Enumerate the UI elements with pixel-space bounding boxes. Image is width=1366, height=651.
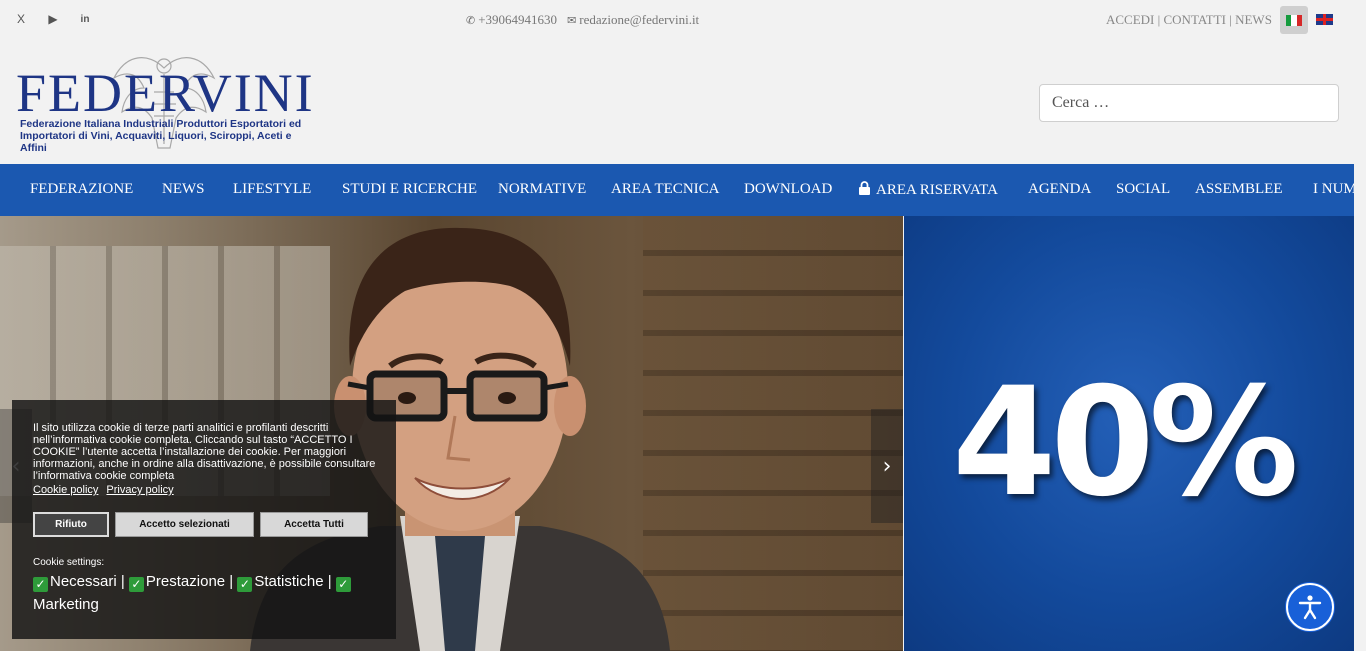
logo-subtitle-line-1: Federazione Italiana Industriali Produtt… (20, 118, 302, 130)
nav-item-agenda[interactable]: AGENDA (1028, 181, 1091, 198)
site-header: FEDERVINI Federazione Italiana Industria… (0, 40, 1354, 164)
social-links: X ▶ in (14, 12, 92, 26)
phone-link[interactable]: ✆ +39064941630 (466, 12, 557, 28)
nav-item-federazione[interactable]: FEDERAZIONE (30, 181, 133, 198)
accessibility-icon (1298, 595, 1322, 620)
youtube-icon[interactable]: ▶ (46, 12, 60, 26)
chevron-right-icon: › (882, 453, 892, 479)
checkbox-checked-icon: ✓ (33, 577, 48, 592)
cookie-accept-all-button[interactable]: Accetta Tutti (260, 512, 368, 537)
nav-item-download[interactable]: DOWNLOAD (744, 181, 832, 198)
phone-number: +39064941630 (478, 12, 558, 27)
logo-subtitle: Federazione Italiana Industriali Produtt… (20, 118, 310, 154)
banner-percentage: 40% (952, 356, 1299, 530)
nav-item-area-riservata-label: AREA RISERVATA (876, 182, 998, 198)
nav-item-normative[interactable]: NORMATIVE (498, 181, 586, 198)
nav-item-area-riservata[interactable]: AREA RISERVATA (858, 181, 998, 199)
nav-item-news[interactable]: NEWS (162, 181, 205, 198)
contact-info: ✆ +39064941630 ✉ redazione@federvini.it (466, 12, 699, 28)
cookie-option-prestazione[interactable]: ✓ Prestazione (128, 573, 226, 592)
top-bar: X ▶ in ✆ +39064941630 ✉ redazione@federvin… (0, 0, 1354, 40)
email-address: redazione@federvini.it (579, 12, 700, 27)
main-navigation: FEDERAZIONE NEWS LIFESTYLE STUDI E RICER… (0, 164, 1354, 216)
search-placeholder: Cerca … (1052, 94, 1110, 111)
logo-subtitle-line-2: Importatori di Vini, Acquaviti, Liquori,… (20, 130, 292, 154)
linkedin-icon[interactable]: in (78, 12, 92, 26)
privacy-policy-link[interactable]: Privacy policy (106, 484, 173, 496)
logo-wordmark: FEDERVINI (16, 63, 315, 123)
envelope-icon: ✉ (567, 14, 577, 27)
checkbox-checked-icon: ✓ (128, 577, 144, 592)
cookie-banner: Il sito utilizza cookie di terze parti a… (12, 400, 396, 639)
cookie-options: ✓ Necessari | ✓ Prestazione | ✓ Statistiche… (33, 570, 363, 616)
cookie-option-necessari[interactable]: ✓ Necessari (33, 573, 117, 592)
cookie-reject-button[interactable]: Rifiuto (33, 512, 109, 537)
nav-item-studi-e-ricerche[interactable]: STUDI E RICERCHE (342, 181, 477, 198)
accessibility-button[interactable] (1286, 583, 1334, 631)
cookie-option-label: Marketing (33, 596, 99, 613)
nav-item-lifestyle[interactable]: LIFESTYLE (233, 181, 311, 198)
cookie-option-label: Necessari (50, 573, 117, 590)
search-input[interactable]: Cerca … (1039, 84, 1339, 122)
promo-banner[interactable]: 40% (904, 216, 1354, 651)
nav-item-social[interactable]: SOCIAL (1116, 181, 1170, 198)
nav-item-assemblee[interactable]: ASSEMBLEE (1195, 181, 1283, 198)
lock-icon (859, 181, 870, 195)
nav-item-i-numeri[interactable]: I NUM (1313, 181, 1354, 198)
cookie-accept-selected-button[interactable]: Accetto selezionati (115, 512, 254, 537)
x-icon[interactable]: X (14, 12, 28, 26)
cookie-settings-label: Cookie settings: (33, 557, 105, 568)
cookie-text: Il sito utilizza cookie di terze parti a… (33, 422, 376, 482)
federvini-logo[interactable]: FEDERVINI Federazione Italiana Industria… (16, 48, 313, 154)
checkbox-checked-icon: ✓ (335, 577, 351, 592)
cookie-links: Cookie policy Privacy policy (33, 484, 374, 496)
cookie-option-statistiche[interactable]: ✓ Statistiche (237, 573, 324, 592)
language-en-flag-icon[interactable] (1316, 14, 1333, 25)
cookie-policy-link[interactable]: Cookie policy (33, 484, 98, 496)
slider-next-button[interactable]: › (871, 409, 903, 523)
cookie-option-label: Statistiche (254, 573, 324, 590)
email-link[interactable]: ✉ redazione@federvini.it (567, 12, 699, 28)
language-it-flag-icon[interactable] (1280, 6, 1308, 34)
checkbox-checked-icon: ✓ (237, 577, 253, 592)
phone-icon: ✆ (466, 14, 476, 27)
cookie-option-label: Prestazione (145, 573, 226, 590)
cookie-buttons: Rifiuto Accetto selezionati Accetta Tutt… (33, 512, 374, 537)
nav-item-area-tecnica[interactable]: AREA TECNICA (611, 181, 719, 198)
top-links[interactable]: ACCEDI | CONTATTI | NEWS (1106, 12, 1272, 28)
